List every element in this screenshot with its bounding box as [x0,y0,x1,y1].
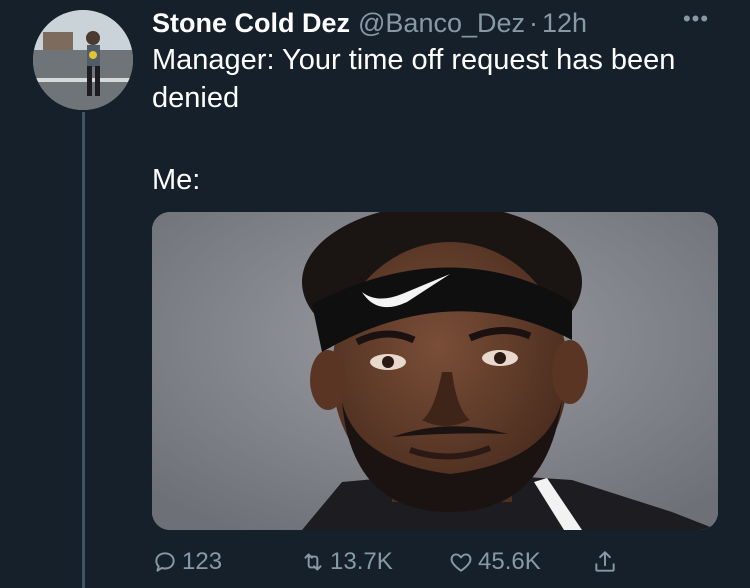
reply-button[interactable]: 123 [152,548,222,576]
like-button[interactable]: 45.6K [448,548,541,576]
share-button[interactable] [592,549,622,575]
reply-icon [155,552,175,572]
display-name[interactable]: Stone Cold Dez [152,8,350,39]
retweet-button[interactable]: 13.7K [300,548,393,576]
reply-count: 123 [182,548,223,575]
avatar[interactable] [33,10,133,110]
heart-icon [450,553,472,572]
separator: · [529,7,539,38]
tweet-header: Stone Cold Dez @Banco_Dez · 12h [152,4,712,42]
user-handle[interactable]: @Banco_Dez [358,8,525,39]
avatar-image [33,10,133,110]
tweet-text: Manager: Your time off request has been … [152,41,722,199]
timestamp[interactable]: 12h [542,8,587,39]
retweet-icon [304,553,322,571]
share-icon [595,551,615,572]
thread-line [82,112,85,588]
more-icon[interactable]: ••• [676,4,716,34]
like-count: 45.6K [478,548,541,575]
tweet-media[interactable] [152,212,718,530]
media-photo [152,212,718,530]
tweet-text-line: Manager: Your time off request has been … [152,44,676,114]
tweet-actions: 123 13.7K 45.6K [152,540,672,584]
retweet-count: 13.7K [330,548,393,575]
tweet-text-line: Me: [152,164,201,196]
